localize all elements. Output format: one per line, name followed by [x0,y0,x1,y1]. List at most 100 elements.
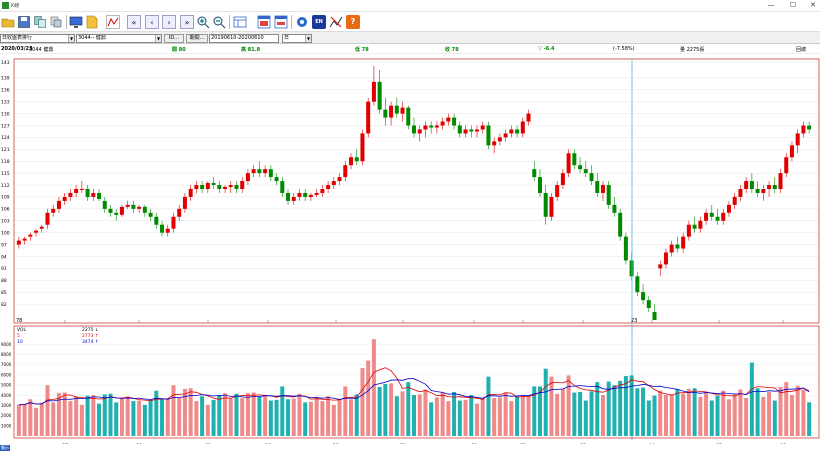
window2-icon[interactable] [274,15,288,29]
chart-style-icon[interactable] [329,15,343,29]
crosshair-date-label: 23 [631,318,637,324]
price-tick-label: 115 [1,171,10,177]
volume-bar [515,396,520,436]
copy2-icon[interactable] [49,15,63,29]
candle-body [303,192,308,197]
candle-body [389,105,394,118]
ranking-select[interactable]: 日收盤表排行 ▼ [0,34,75,43]
volume-bar [354,394,359,436]
candle-body [549,196,554,217]
volume-legend-name: 5 [17,333,20,339]
volume-bar [641,387,646,436]
close-button[interactable]: ✕ [806,1,820,9]
volume-tick-label: 4000 [1,393,12,398]
volume-bar [721,390,726,436]
volume-bar [217,394,222,436]
candle-body [635,276,640,293]
volume-bar [34,407,39,436]
volume-bar [709,400,714,436]
volume-bar [400,391,405,436]
kline-chart[interactable]: 143 139 136 133 130 127 124 121 118 115 112 109 106 1… [0,54,820,444]
zoom-in-icon[interactable] [196,15,210,29]
volume-bar [85,395,90,436]
candle-body [652,312,657,320]
candle-body [492,141,497,146]
kline-icon[interactable] [106,15,120,29]
volume-bar [366,360,371,436]
title-bar: K線 — ☐ ✕ [0,0,820,12]
volume-legend-name: VOL [17,327,27,333]
volume-bar [675,389,680,436]
volume-bar [39,402,44,436]
en-icon[interactable]: EN [312,15,326,29]
volume-bar [755,388,760,436]
maximize-button[interactable]: ☐ [786,1,800,9]
volume-bar [268,400,273,436]
price-tick-label: 127 [1,123,10,129]
volume-bar [177,398,182,436]
next-icon[interactable]: › [162,15,176,29]
price-tick-label: 106 [1,207,10,213]
candle-body [807,125,812,130]
volume-bar [434,397,439,436]
volume-legend: VOL 2275 ↓ 5 2773 ↑ 10 3474 ↑ [17,327,99,345]
candle-body [709,212,714,217]
status-tag: 顯示 [0,445,10,451]
candle-body [211,183,216,186]
copy-icon[interactable] [33,15,47,29]
last-icon[interactable]: » [180,15,194,29]
volume-bar [68,401,73,436]
candle-body [188,189,193,197]
help-icon[interactable]: ? [346,15,360,29]
candle-body [245,173,250,182]
volume-bar [263,396,268,436]
volume-bar [583,400,588,436]
candle-body [606,185,611,205]
volume-bar [51,402,56,436]
save-icon[interactable] [17,15,31,29]
volume-bar [406,382,411,436]
settings-icon[interactable] [295,15,309,29]
volume-bar [274,399,279,436]
folder-icon[interactable] [85,15,99,29]
interval-select[interactable]: 日 ▼ [282,34,312,43]
candle-body [400,107,405,114]
volume-bar [326,396,331,436]
volume-bar [480,398,485,436]
candle-body [125,204,130,207]
candle-body [62,196,67,201]
candle-body [789,145,794,158]
layout-icon[interactable] [233,15,247,29]
price-tick-label: 118 [1,159,10,165]
volume-bar [669,394,674,436]
stock-select[interactable]: 3044-- 健鼎 ▼ [76,34,162,43]
volume-bar [137,400,142,436]
monitor-icon[interactable] [69,15,83,29]
volume-bar [452,391,457,436]
volume-bar [45,385,50,436]
zoom-out-icon[interactable] [212,15,226,29]
volume-bar [652,395,657,436]
candle-body [286,192,291,201]
ranking-select-value: 日收盤表排行 [2,35,33,41]
first-icon[interactable]: « [127,15,141,29]
candle-body [749,181,754,189]
candle-body [308,194,313,197]
candle-body [480,125,485,130]
minimize-button[interactable]: — [764,1,778,9]
info-high: 高 81.8 [241,47,261,53]
candle-body [274,177,279,182]
volume-bar [291,398,296,436]
candle-body [560,173,565,186]
open-icon[interactable] [1,15,15,29]
volume-bar [383,383,388,436]
prev-icon[interactable]: ‹ [145,15,159,29]
period-button[interactable]: 期間... [186,34,208,43]
price-tick-label: 100 [1,230,10,236]
id-button[interactable]: ID... [164,34,184,43]
candle-body [251,169,256,174]
candle-body [566,153,571,174]
period-field[interactable]: 20190610-20200610 [209,34,279,43]
volume-tick-label: 5000 [1,383,12,388]
window1-icon[interactable] [257,15,271,29]
